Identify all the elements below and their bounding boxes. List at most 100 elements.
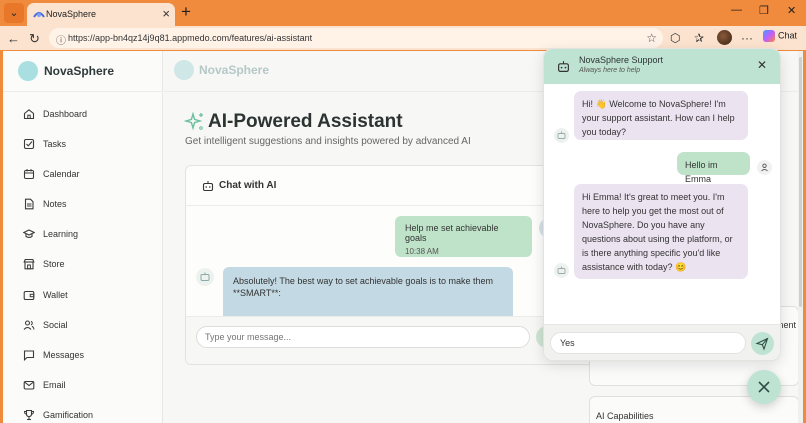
sidebar-item-calendar[interactable]: Calendar bbox=[23, 167, 153, 185]
sidebar-item-label: Dashboard bbox=[43, 109, 88, 119]
sidebar-item-dashboard[interactable]: Dashboard bbox=[23, 107, 153, 125]
address-bar-row: ← ↻ ⓘ https://app-bn4qz14j9q81.appmedo.c… bbox=[0, 26, 806, 50]
wallet-icon bbox=[23, 290, 35, 301]
close-tab-icon[interactable]: × bbox=[162, 6, 170, 21]
sidebar-item-gamification[interactable]: Gamification bbox=[23, 408, 153, 423]
more-options-icon[interactable]: ··· bbox=[741, 31, 753, 45]
site-info-icon[interactable]: ⓘ bbox=[56, 32, 66, 47]
header-brand: NovaSphere bbox=[199, 63, 270, 77]
copilot-icon bbox=[763, 30, 775, 42]
bot-icon bbox=[557, 266, 566, 274]
profile-avatar[interactable] bbox=[717, 30, 732, 45]
message-timestamp: 10:38 AM bbox=[405, 247, 439, 256]
close-icon[interactable]: ✕ bbox=[757, 58, 767, 72]
sidebar-item-tasks[interactable]: Tasks bbox=[23, 137, 153, 155]
mail-icon bbox=[23, 380, 35, 390]
user-icon bbox=[761, 163, 768, 172]
sidebar-item-email[interactable]: Email bbox=[23, 378, 153, 396]
favorites-icon[interactable]: ✰ bbox=[694, 31, 704, 45]
page-subtitle: Get intelligent suggestions and insights… bbox=[185, 136, 471, 147]
chat-composer bbox=[186, 316, 604, 364]
ai-chat-card: Chat with AI Help me set achievable goal… bbox=[185, 165, 605, 365]
users-icon bbox=[23, 320, 35, 330]
trophy-icon bbox=[23, 409, 35, 421]
support-bot-message: Hi! 👋 Welcome to NovaSphere! I'm your su… bbox=[574, 91, 748, 140]
home-icon bbox=[23, 109, 35, 120]
sidebar-item-label: Gamification bbox=[43, 410, 94, 420]
sidebar-item-notes[interactable]: Notes bbox=[23, 197, 153, 215]
restore-icon[interactable]: ❐ bbox=[759, 4, 769, 17]
chat-message-input[interactable] bbox=[196, 326, 530, 348]
sidebar-item-social[interactable]: Social bbox=[23, 318, 153, 336]
sidebar-item-store[interactable]: Store bbox=[23, 257, 153, 275]
checkbox-icon bbox=[23, 138, 35, 150]
message-icon bbox=[23, 350, 35, 361]
toggle-support-button[interactable] bbox=[747, 370, 781, 404]
bot-icon bbox=[557, 131, 566, 139]
url-field[interactable]: ⓘ https://app-bn4qz14j9q81.appmedo.com/f… bbox=[49, 28, 663, 48]
brand-logo-icon bbox=[18, 61, 38, 81]
calendar-icon bbox=[23, 169, 35, 180]
sidebar-item-label: Learning bbox=[43, 229, 79, 239]
brand-name: NovaSphere bbox=[44, 64, 115, 78]
support-subtitle: Always here to help bbox=[579, 67, 641, 74]
close-icon bbox=[758, 381, 770, 393]
sidebar-item-label: Notes bbox=[43, 199, 67, 209]
support-composer bbox=[544, 324, 780, 360]
user-message-text: Help me set achievable goals bbox=[405, 223, 499, 243]
sidebar-divider bbox=[3, 91, 163, 92]
extensions-icon[interactable]: ⬡ bbox=[670, 31, 680, 45]
tab-title: NovaSphere bbox=[46, 9, 97, 19]
bot-avatar bbox=[554, 263, 569, 278]
favorite-star-icon[interactable]: ☆ bbox=[646, 31, 657, 45]
tab-actions-chevron-icon[interactable]: ⌄ bbox=[4, 3, 24, 23]
page-title: AI-Powered Assistant bbox=[208, 111, 403, 132]
chat-label: Chat bbox=[778, 30, 798, 41]
sidebar-item-label: Wallet bbox=[43, 290, 68, 300]
sidebar-item-learning[interactable]: Learning bbox=[23, 227, 153, 245]
support-user-message: Hello im Emma bbox=[677, 152, 750, 184]
sidebar-item-label: Store bbox=[43, 259, 65, 269]
bot-icon bbox=[200, 272, 210, 281]
browser-tab[interactable]: NovaSphere × bbox=[27, 3, 175, 26]
graduation-cap-icon bbox=[23, 229, 35, 238]
user-message-bubble: Help me set achievable goals 10:38 AM bbox=[395, 216, 532, 257]
support-chat-widget: NovaSphere Support Always here to help ✕… bbox=[543, 48, 781, 361]
scrollbar-thumb[interactable] bbox=[799, 57, 802, 307]
store-icon bbox=[23, 258, 35, 270]
page-scrollbar[interactable] bbox=[798, 51, 803, 423]
new-tab-icon[interactable]: + bbox=[181, 2, 191, 22]
copilot-chat-button[interactable]: Chat bbox=[763, 30, 797, 42]
sidebar-item-label: Email bbox=[43, 380, 66, 390]
refresh-icon[interactable]: ↻ bbox=[29, 31, 40, 47]
send-icon bbox=[755, 337, 769, 351]
url-text: https://app-bn4qz14j9q81.appmedo.com/fea… bbox=[68, 33, 313, 43]
sidebar-item-label: Social bbox=[43, 320, 68, 330]
chat-card-title: Chat with AI bbox=[219, 180, 277, 191]
sidebar-item-wallet[interactable]: Wallet bbox=[23, 288, 153, 306]
chat-card-header: Chat with AI bbox=[186, 166, 604, 206]
ai-capabilities-title: AI Capabilities bbox=[596, 411, 654, 421]
bot-icon bbox=[558, 61, 569, 72]
side-card-partial-title: nent bbox=[778, 320, 796, 330]
support-message-input[interactable] bbox=[550, 332, 746, 354]
support-title: NovaSphere Support bbox=[579, 55, 664, 65]
support-header: NovaSphere Support Always here to help ✕ bbox=[544, 49, 780, 84]
sidebar-item-label: Calendar bbox=[43, 169, 80, 179]
sparkles-icon bbox=[184, 111, 203, 131]
support-bot-message: Hi Emma! It's great to meet you. I'm her… bbox=[574, 184, 748, 279]
novasphere-favicon-icon bbox=[33, 12, 45, 18]
bot-avatar bbox=[554, 128, 569, 143]
sidebar-item-label: Tasks bbox=[43, 139, 67, 149]
sidebar-item-messages[interactable]: Messages bbox=[23, 348, 153, 366]
bot-avatar bbox=[196, 268, 214, 286]
minimize-icon[interactable]: — bbox=[731, 4, 742, 16]
bot-icon bbox=[202, 181, 214, 192]
support-send-button[interactable] bbox=[751, 332, 774, 355]
sidebar: NovaSphere Dashboard Tasks Calendar Note… bbox=[3, 51, 163, 423]
user-avatar bbox=[757, 160, 772, 175]
close-window-icon[interactable]: ✕ bbox=[787, 4, 796, 17]
back-arrow-icon[interactable]: ← bbox=[7, 31, 20, 46]
header-logo-icon bbox=[174, 60, 194, 80]
sidebar-item-label: Messages bbox=[43, 350, 85, 360]
